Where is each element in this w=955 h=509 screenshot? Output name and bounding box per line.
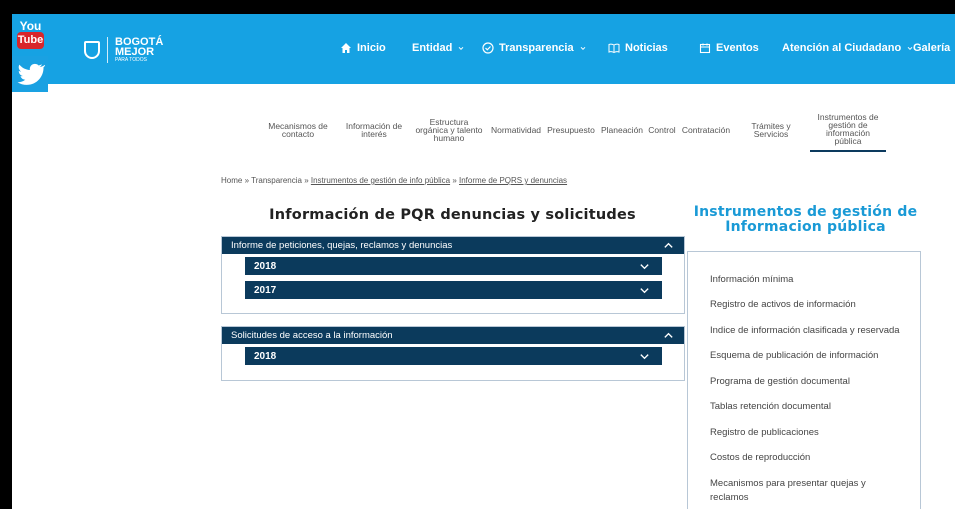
nav-noticias[interactable]: Noticias bbox=[608, 42, 668, 54]
nav-eventos-label: Eventos bbox=[716, 42, 759, 54]
nav-noticias-label: Noticias bbox=[625, 42, 668, 54]
subnav-control-label: Control bbox=[648, 125, 676, 135]
subnav-presupuesto[interactable]: Presupuesto bbox=[546, 108, 596, 152]
subnav-instrumentos-line4: pública bbox=[834, 136, 862, 146]
sidebar-item-registro-activos[interactable]: Registro de activos de información bbox=[710, 298, 910, 312]
panel-informe-header[interactable]: Informe de peticiones, quejas, reclamos … bbox=[222, 237, 684, 254]
nav-eventos[interactable]: Eventos bbox=[699, 42, 759, 54]
accordion-year-label: 2018 bbox=[254, 350, 277, 362]
breadcrumb-instrumentos[interactable]: Instrumentos de gestión de info pública bbox=[311, 176, 450, 185]
sidebar-item-gestion-documental[interactable]: Programa de gestión documental bbox=[710, 375, 910, 389]
panel-solicitudes-title: Solicitudes de acceso a la información bbox=[231, 330, 393, 341]
panel-informe-title: Informe de peticiones, quejas, reclamos … bbox=[231, 240, 453, 251]
subnav-tramites[interactable]: Trámites y Servicios bbox=[748, 108, 794, 152]
breadcrumb-separator: » bbox=[244, 176, 250, 185]
subnav-normatividad-label: Normatividad bbox=[490, 125, 542, 135]
chevron-down-icon bbox=[458, 46, 464, 51]
subnav-normatividad[interactable]: Normatividad bbox=[490, 108, 542, 152]
accordion-year-2017[interactable]: 2017 bbox=[245, 281, 662, 299]
accordion-year-2018[interactable]: 2018 bbox=[245, 257, 662, 275]
subnav-planeacion-label: Planeación bbox=[600, 125, 644, 135]
nav-transparencia[interactable]: Transparencia bbox=[482, 42, 587, 54]
chevron-down-icon bbox=[640, 353, 649, 359]
accordion-year-label: 2018 bbox=[254, 260, 277, 272]
chevron-up-icon bbox=[664, 242, 673, 248]
chevron-down-icon bbox=[580, 46, 585, 51]
subnav-mecanismos[interactable]: Mecanismos de contacto bbox=[266, 108, 330, 152]
subnav-informacion-line2: interés bbox=[361, 129, 387, 139]
twitter-bird-icon bbox=[17, 63, 47, 85]
subnav-estructura[interactable]: Estructura orgánica y talento humano bbox=[414, 108, 484, 152]
breadcrumb-home[interactable]: Home bbox=[221, 176, 242, 185]
chevron-down-icon bbox=[640, 287, 649, 293]
breadcrumb: Home » Transparencia » Instrumentos de g… bbox=[221, 176, 567, 185]
subnav-tramites-line2: Servicios bbox=[753, 129, 789, 139]
sidebar-menu: Información mínima Registro de activos d… bbox=[687, 251, 921, 509]
sidebar-item-esquema-publicacion[interactable]: Esquema de publicación de información bbox=[710, 349, 910, 363]
sidebar-item-indice-clasificada[interactable]: Indice de información clasificada y rese… bbox=[710, 324, 920, 338]
subnav-informacion[interactable]: Información de interés bbox=[343, 108, 405, 152]
nav-entidad-label: Entidad bbox=[412, 42, 453, 54]
page-title: Información de PQR denuncias y solicitud… bbox=[269, 207, 636, 223]
nav-entidad[interactable]: Entidad bbox=[412, 42, 465, 54]
nav-galeria-label: Galería bbox=[913, 42, 951, 54]
accordion-year-label: 2017 bbox=[254, 284, 277, 296]
chevron-down-icon bbox=[640, 263, 649, 269]
subnav-contratacion-label: Contratación bbox=[681, 125, 731, 135]
subnav-control[interactable]: Control bbox=[647, 108, 677, 152]
nav-galeria[interactable]: Galería bbox=[913, 42, 950, 54]
main-nav: Inicio Entidad Transparencia Noticias Ev… bbox=[0, 42, 955, 62]
nav-atencion[interactable]: Atención al Ciudadano bbox=[782, 42, 914, 54]
sidebar-item-tablas-retencion[interactable]: Tablas retención documental bbox=[710, 400, 910, 414]
calendar-icon bbox=[699, 43, 711, 54]
breadcrumb-separator: » bbox=[304, 176, 309, 185]
book-icon bbox=[608, 43, 620, 54]
subnav-instrumentos[interactable]: Instrumentos de gestión de información públ… bbox=[810, 108, 886, 152]
chevron-up-icon bbox=[664, 332, 673, 338]
sidebar-title-line1: Instrumentos de gestión de bbox=[693, 204, 918, 220]
subnav-presupuesto-label: Presupuesto bbox=[547, 125, 595, 135]
accordion-year-2018[interactable]: 2018 bbox=[245, 347, 662, 365]
top-black-border bbox=[0, 0, 955, 14]
breadcrumb-transparencia[interactable]: Transparencia bbox=[251, 176, 302, 185]
panel-solicitudes: Solicitudes de acceso a la información 2… bbox=[221, 326, 685, 381]
nav-transparencia-label: Transparencia bbox=[499, 42, 574, 54]
subnav-planeacion[interactable]: Planeación bbox=[600, 108, 644, 152]
sidebar-item-costos-reproduccion[interactable]: Costos de reproducción bbox=[710, 451, 910, 465]
sidebar-title: Instrumentos de gestión de Informacion p… bbox=[688, 205, 923, 235]
subnav-mecanismos-line2: contacto bbox=[281, 129, 315, 139]
breadcrumb-informe[interactable]: Informe de PQRS y denuncias bbox=[459, 176, 567, 185]
check-circle-icon bbox=[482, 42, 494, 54]
subnav-estructura-line3: humano bbox=[433, 133, 465, 143]
left-black-border bbox=[0, 0, 12, 509]
sidebar-item-informacion-minima[interactable]: Información mínima bbox=[710, 273, 910, 287]
sidebar-item-registro-publicaciones[interactable]: Registro de publicaciones bbox=[710, 426, 910, 440]
panel-informe: Informe de peticiones, quejas, reclamos … bbox=[221, 236, 685, 314]
sidebar-item-mecanismos-quejas[interactable]: Mecanismos para presentar quejas y recla… bbox=[710, 477, 880, 505]
sidebar-title-line2: Informacion pública bbox=[725, 219, 886, 235]
nav-atencion-label: Atención al Ciudadano bbox=[782, 42, 902, 54]
panel-solicitudes-header[interactable]: Solicitudes de acceso a la información bbox=[222, 327, 684, 344]
subnav-contratacion[interactable]: Contratación bbox=[681, 108, 731, 152]
nav-inicio-label: Inicio bbox=[357, 42, 386, 54]
breadcrumb-separator: » bbox=[452, 176, 457, 185]
nav-inicio[interactable]: Inicio bbox=[340, 42, 386, 54]
home-icon bbox=[341, 43, 351, 53]
